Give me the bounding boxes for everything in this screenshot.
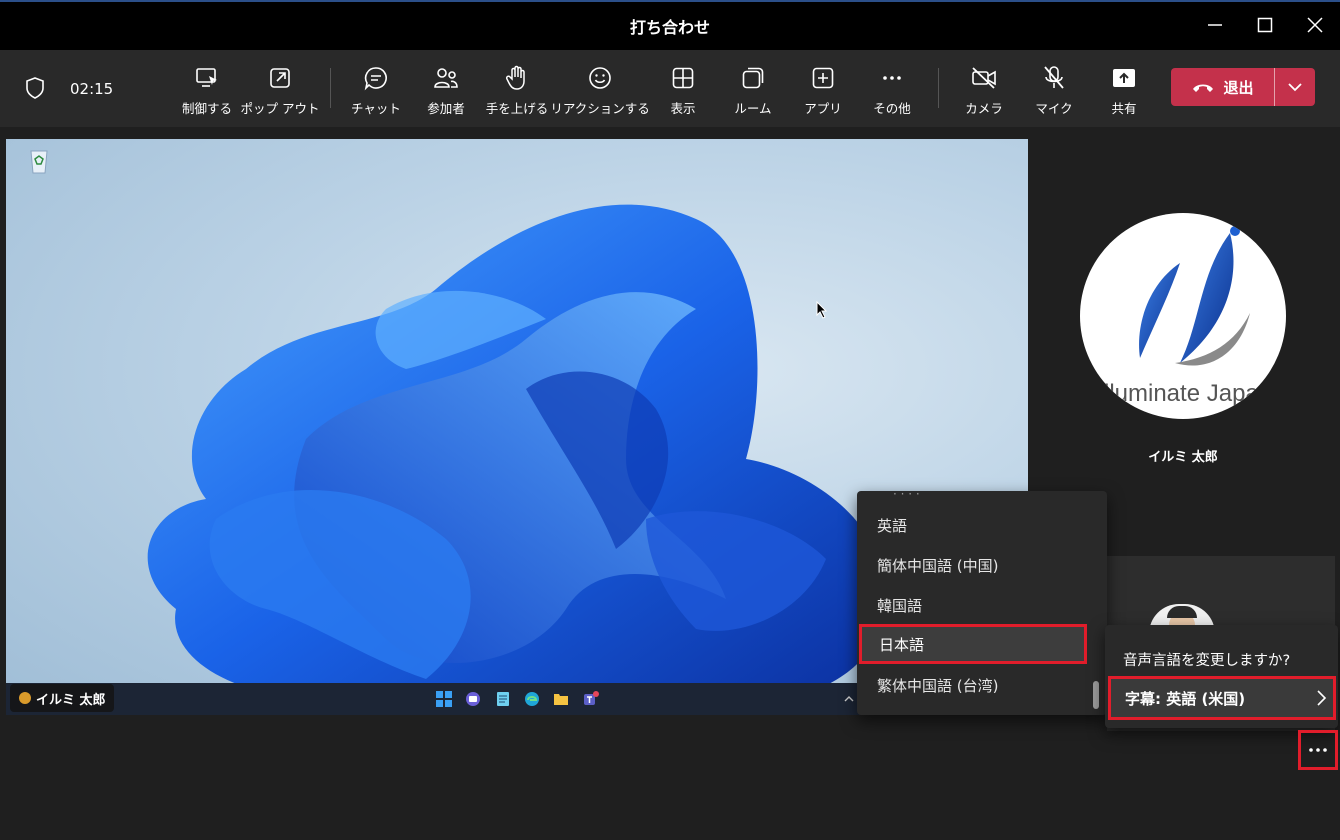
camera-off-icon <box>970 64 998 92</box>
toolbar-divider <box>330 68 331 108</box>
presenter-avatar-icon <box>19 692 31 704</box>
room-button[interactable]: ルーム <box>730 64 776 120</box>
notepad-icon[interactable] <box>496 691 510 707</box>
menu-scrollbar[interactable] <box>1093 681 1099 709</box>
meeting-toolbar: 02:15 制御する ポップ アウト チャット 参加者 手を上げる リアクション… <box>0 50 1340 127</box>
reaction-label: リアクションする <box>550 101 650 116</box>
language-option-label: 韓国語 <box>877 596 923 615</box>
title-bar: 打ち合わせ <box>0 0 1340 50</box>
leave-button-group: 退出 <box>1171 68 1315 106</box>
language-option-japanese[interactable]: 日本語 <box>859 624 1087 664</box>
apps-button[interactable]: アプリ <box>800 64 846 120</box>
mic-button[interactable]: マイク <box>1032 64 1076 120</box>
chat-button[interactable]: チャット <box>350 64 402 120</box>
maximize-icon <box>1257 17 1273 33</box>
start-icon[interactable] <box>436 691 452 707</box>
recycle-bin-icon[interactable] <box>26 145 52 189</box>
raise-hand-button[interactable]: 手を上げる <box>484 64 550 120</box>
people-label: 参加者 <box>427 101 465 116</box>
share-label: 共有 <box>1111 101 1137 116</box>
meeting-timer: 02:15 <box>70 80 114 98</box>
mic-label: マイク <box>1035 101 1073 116</box>
leave-options-button[interactable] <box>1275 68 1315 106</box>
popout-button[interactable]: ポップ アウト <box>241 64 320 120</box>
leave-label: 退出 <box>1223 78 1254 97</box>
close-button[interactable] <box>1300 10 1330 40</box>
logo-text: lluminate Japan <box>1104 380 1272 407</box>
camera-label: カメラ <box>965 101 1003 116</box>
tray-chevron-icon[interactable] <box>844 695 854 703</box>
mic-off-icon <box>1040 64 1068 92</box>
language-option-simplified-chinese[interactable]: 簡体中国語 (中国) <box>857 545 1089 585</box>
teams-icon[interactable] <box>582 690 600 708</box>
caption-language-label: 字幕: 英語 (米国) <box>1125 689 1246 708</box>
control-label: 制御する <box>181 101 232 116</box>
share-icon <box>1110 64 1138 92</box>
language-option-korean[interactable]: 韓国語 <box>857 585 1089 625</box>
view-icon <box>669 64 697 92</box>
language-option-traditional-chinese[interactable]: 繁体中国語 (台湾) <box>857 665 1089 705</box>
chat-label: チャット <box>351 101 401 116</box>
raise-hand-icon <box>503 64 531 92</box>
room-icon <box>739 64 767 92</box>
people-button[interactable]: 参加者 <box>420 64 472 120</box>
more-label: その他 <box>873 101 911 116</box>
shield-icon <box>24 76 46 104</box>
share-button[interactable]: 共有 <box>1102 64 1146 120</box>
reaction-button[interactable]: リアクションする <box>550 64 650 120</box>
view-label: 表示 <box>670 101 696 116</box>
apps-label: アプリ <box>804 101 842 116</box>
control-button[interactable]: 制御する <box>178 64 236 120</box>
speech-language-menu: · · · · 英語 簡体中国語 (中国) 韓国語 日本語 繁体中国語 (台湾) <box>857 491 1107 715</box>
view-button[interactable]: 表示 <box>660 64 706 120</box>
caption-language-popover: 音声言語を変更しますか? 字幕: 英語 (米国) <box>1105 625 1338 728</box>
more-horizontal-icon <box>1309 748 1327 752</box>
file-explorer-icon[interactable] <box>553 692 569 706</box>
popout-icon <box>266 64 294 92</box>
reaction-icon <box>586 64 614 92</box>
camera-button[interactable]: カメラ <box>962 64 1006 120</box>
chevron-down-icon <box>1288 83 1302 92</box>
language-option-label: 英語 <box>877 516 908 535</box>
people-icon <box>432 64 460 92</box>
participant-name: イルミ 太郎 <box>1148 450 1218 465</box>
participant-avatar: lluminate Japan <box>1080 213 1286 419</box>
chat-app-icon[interactable] <box>465 691 481 707</box>
company-logo: lluminate Japan <box>1104 226 1272 407</box>
language-option-label: 簡体中国語 (中国) <box>877 556 999 575</box>
popout-label: ポップ アウト <box>240 101 320 116</box>
language-option-label: 日本語 <box>879 635 925 654</box>
language-option-label: 繁体中国語 (台湾) <box>877 676 999 695</box>
room-label: ルーム <box>734 101 772 116</box>
language-option-english[interactable]: 英語 <box>857 505 1089 545</box>
toolbar-divider <box>938 68 939 108</box>
edge-icon[interactable] <box>524 691 540 707</box>
mouse-cursor-icon <box>816 301 828 319</box>
leave-button[interactable]: 退出 <box>1171 68 1274 106</box>
more-icon <box>878 64 906 92</box>
more-actions-button[interactable]: その他 <box>868 64 916 120</box>
close-icon <box>1307 17 1323 33</box>
maximize-button[interactable] <box>1250 10 1280 40</box>
control-icon <box>193 64 221 92</box>
raise-hand-label: 手を上げる <box>485 101 549 116</box>
minimize-button[interactable] <box>1200 10 1230 40</box>
apps-icon <box>809 64 837 92</box>
presenter-name-tag: イルミ 太郎 <box>10 684 114 712</box>
chat-icon <box>362 64 390 92</box>
caption-language-item[interactable]: 字幕: 英語 (米国) <box>1108 676 1336 720</box>
minimize-icon <box>1208 24 1222 26</box>
hang-up-icon <box>1193 84 1214 92</box>
menu-scroll-peek: · · · · <box>893 491 943 495</box>
change-language-question: 音声言語を変更しますか? <box>1123 653 1291 669</box>
caption-more-button[interactable] <box>1298 730 1338 770</box>
presenter-name: イルミ 太郎 <box>36 692 106 708</box>
chevron-right-icon <box>1317 690 1327 706</box>
window-title: 打ち合わせ <box>629 18 710 37</box>
